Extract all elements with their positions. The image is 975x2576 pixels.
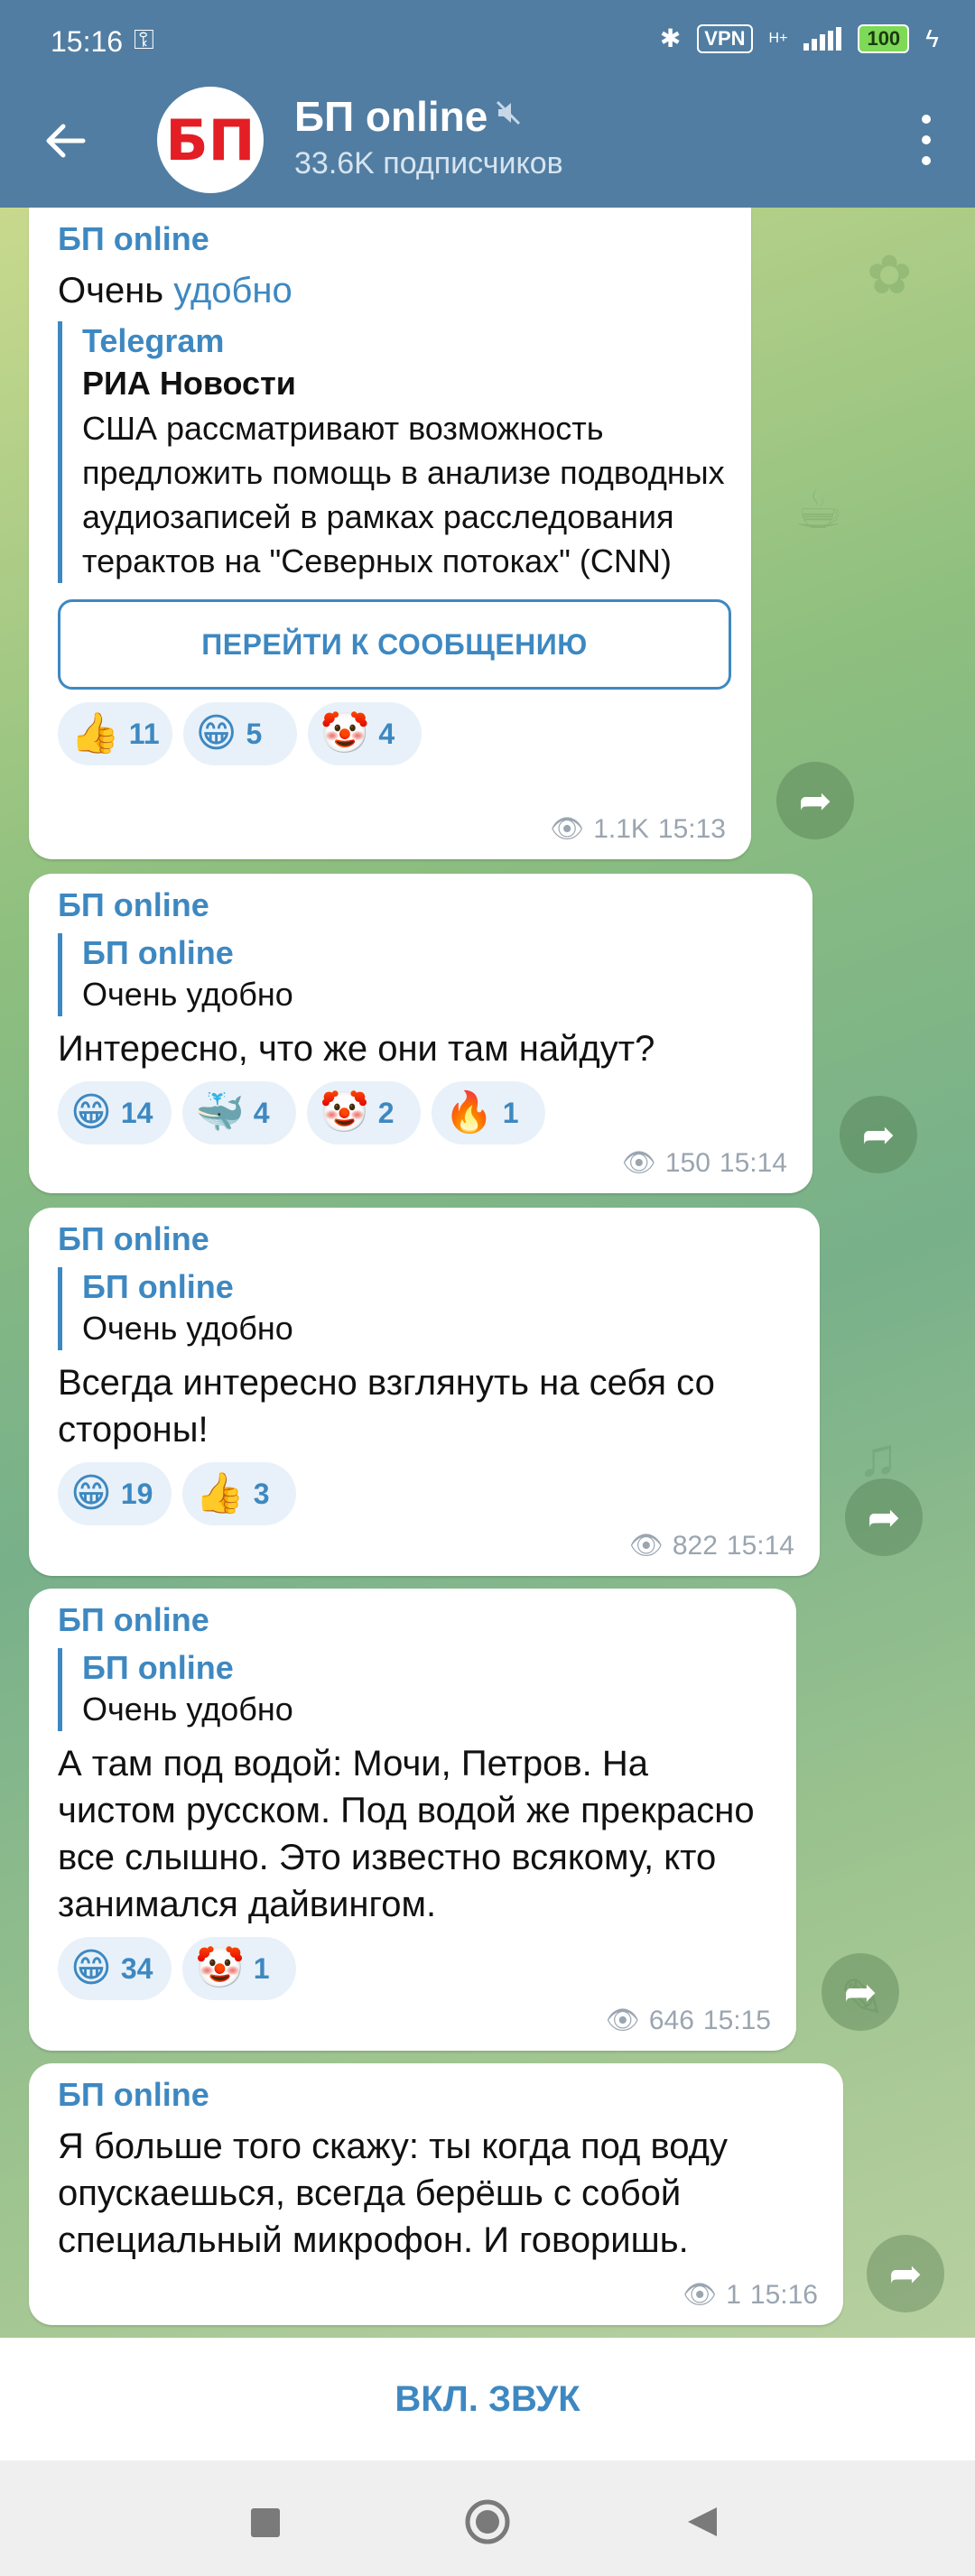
reaction-chip[interactable]: 😁 19: [58, 1462, 172, 1525]
view-count: 646: [648, 2005, 694, 2035]
message-text: Очень удобно: [58, 271, 292, 310]
reaction-chip[interactable]: 🤡 2: [307, 1081, 421, 1144]
system-nav-bar: [0, 2460, 975, 2576]
reactions: 😁 19 👍 3: [58, 1462, 798, 1525]
muted-icon: [495, 99, 522, 134]
reaction-chip[interactable]: 👍 11: [58, 702, 172, 765]
views-icon: 👁: [605, 2006, 640, 2035]
doodle-icon: ☕: [794, 479, 843, 540]
views-icon: 👁: [682, 2280, 718, 2310]
message-time: 15:14: [719, 1147, 787, 1178]
channel-avatar[interactable]: БП: [157, 87, 264, 193]
reactions: 😁 14 🐳 4 🤡 2 🔥 1: [58, 1081, 791, 1144]
reply-preview[interactable]: БП online Очень удобно: [58, 933, 791, 1016]
message-meta: 👁 1.1K 15:13: [550, 813, 726, 845]
message-meta: 👁 646 15:15: [606, 2005, 771, 2036]
reactions: 👍 11 😁 5 🤡 4: [58, 702, 729, 765]
message-time: 15:15: [702, 2005, 771, 2035]
signal-icon: [803, 26, 842, 51]
chat-header: БП БП online 33.6K подписчиков: [0, 87, 975, 208]
message-text: А там под водой: Мочи, Петров. На чистом…: [58, 1744, 755, 1924]
message-time: 15:13: [657, 813, 726, 844]
key-icon: ⚿: [134, 25, 154, 55]
message-time: 15:14: [726, 1530, 794, 1561]
quote-source: Telegram: [82, 322, 225, 359]
message-bubble[interactable]: БП online БП online Очень удобно Всегда …: [29, 1208, 820, 1576]
reply-text: Очень удобно: [82, 1691, 293, 1728]
back-arrow-icon[interactable]: [40, 116, 98, 173]
reply-preview[interactable]: БП online Очень удобно: [58, 1267, 798, 1350]
view-count: 150: [664, 1147, 710, 1178]
message-text: Я больше того скажу: ты когда под воду о…: [58, 2127, 729, 2260]
view-count: 1.1K: [593, 813, 649, 844]
reaction-chip[interactable]: 😁 14: [58, 1081, 172, 1144]
reply-text: Очень удобно: [82, 976, 293, 1013]
reply-author: БП online: [82, 1268, 234, 1305]
status-bar: 15:16 ⚿ ✱ VPN H+ 100 ϟ: [0, 0, 975, 87]
message-text: Всегда интересно взглянуть на себя со ст…: [58, 1363, 715, 1450]
reply-text: Очень удобно: [82, 1310, 293, 1347]
reaction-chip[interactable]: 👍 3: [182, 1462, 296, 1525]
message-bubble[interactable]: БП online Очень удобно Telegram РИА Ново…: [29, 208, 751, 859]
reply-preview[interactable]: БП online Очень удобно: [58, 1648, 775, 1731]
message-bubble[interactable]: БП online БП online Очень удобно Интерес…: [29, 874, 812, 1193]
reactions: 😁 34 🤡 1: [58, 1937, 775, 2000]
views-icon: 👁: [550, 814, 585, 844]
channel-title[interactable]: БП online: [294, 92, 488, 141]
bluetooth-icon: ✱: [659, 24, 682, 52]
message-link[interactable]: удобно: [173, 271, 292, 310]
reply-author: БП online: [82, 1649, 234, 1686]
message-meta: 👁 1 15:16: [682, 2279, 818, 2311]
reaction-chip[interactable]: 😁 5: [182, 702, 297, 765]
reply-author: БП online: [82, 934, 234, 971]
reaction-chip[interactable]: 🔥 1: [432, 1081, 545, 1144]
reaction-chip[interactable]: 🤡 1: [182, 1937, 296, 2000]
home-icon[interactable]: [464, 2498, 511, 2555]
message-sender[interactable]: БП online: [58, 1220, 798, 1258]
message-time: 15:16: [749, 2279, 818, 2310]
message-sender[interactable]: БП online: [58, 1601, 775, 1639]
back-icon[interactable]: [684, 2504, 720, 2550]
status-icons: ✱ VPN H+ 100 ϟ: [660, 23, 939, 53]
quote-body: США рассматривают возможность предложить…: [82, 410, 725, 579]
message-bubble[interactable]: БП online Я больше того скажу: ты когда …: [29, 2063, 843, 2325]
message-meta: 👁 150 15:14: [622, 1147, 787, 1179]
message-sender[interactable]: БП online: [58, 2076, 822, 2114]
vpn-badge: VPN: [697, 23, 753, 53]
reaction-chip[interactable]: 🤡 4: [307, 702, 422, 765]
views-icon: 👁: [628, 1531, 664, 1561]
view-count: 822: [672, 1530, 718, 1561]
doodle-icon: ✿: [867, 245, 913, 305]
message-sender[interactable]: БП online: [58, 220, 729, 258]
share-arrow-icon[interactable]: ➦: [776, 762, 854, 839]
more-menu-icon[interactable]: [908, 108, 944, 171]
charging-icon: ϟ: [925, 23, 939, 52]
message-text: Интересно, что же они там найдут?: [58, 1029, 655, 1069]
message-meta: 👁 822 15:14: [629, 1530, 794, 1561]
quote-author: РИА Новости: [82, 365, 296, 402]
battery-icon: 100: [858, 23, 910, 53]
share-arrow-icon[interactable]: ➦: [845, 1478, 923, 1556]
status-time: 15:16: [51, 25, 124, 58]
subscriber-count: 33.6K подписчиков: [294, 146, 563, 181]
view-count: 1: [726, 2279, 741, 2310]
recents-icon[interactable]: [249, 2504, 282, 2549]
message-sender[interactable]: БП online: [58, 886, 791, 924]
reaction-chip[interactable]: 🐳 4: [182, 1081, 296, 1144]
share-arrow-icon[interactable]: ➦: [840, 1096, 917, 1173]
unmute-button[interactable]: ВКЛ. ЗВУК: [0, 2338, 975, 2460]
share-arrow-icon[interactable]: ➦: [822, 1953, 899, 2031]
chat-area[interactable]: ✿ ☕ ♫ ✎ БП online Очень удобно Telegram …: [0, 208, 975, 2338]
reaction-chip[interactable]: 😁 34: [58, 1937, 172, 2000]
forwarded-preview[interactable]: Telegram РИА Новости США рассматривают в…: [58, 321, 729, 583]
share-arrow-icon[interactable]: ➦: [867, 2235, 944, 2312]
network-type: H+: [768, 30, 788, 46]
go-to-message-button[interactable]: ПЕРЕЙТИ К СООБЩЕНИЮ: [58, 599, 731, 690]
views-icon: 👁: [621, 1148, 656, 1178]
message-bubble[interactable]: БП online БП online Очень удобно А там п…: [29, 1589, 796, 2051]
